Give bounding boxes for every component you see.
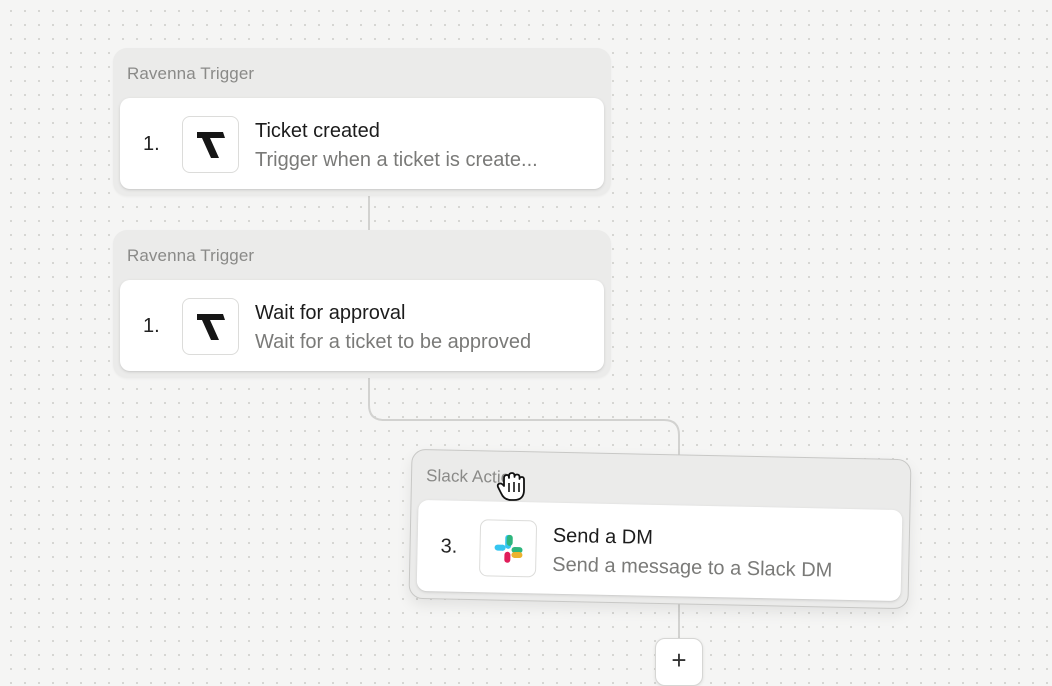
node-header: Ravenna Trigger (127, 246, 255, 265)
step-card[interactable]: 1. Ticket created Trigger when a ticket … (120, 98, 604, 189)
add-step-button[interactable]: + (655, 638, 703, 686)
workflow-canvas[interactable]: Ravenna Trigger 1. Ticket created Trigge… (0, 0, 1052, 686)
plus-icon: + (671, 645, 687, 675)
step-card[interactable]: 1. Wait for approval Wait for a ticket t… (120, 280, 604, 371)
node-header: Ravenna Trigger (127, 64, 255, 83)
workflow-node-send-dm[interactable]: Slack Action 3. Send a DM Send a message… (408, 448, 912, 610)
step-number: 1. (143, 315, 160, 337)
ravenna-logo-icon (182, 298, 239, 355)
workflow-node-ticket-created[interactable]: Ravenna Trigger 1. Ticket created Trigge… (113, 48, 611, 196)
step-subtitle: Wait for a ticket to be approved (255, 331, 532, 353)
step-card[interactable]: 3. Send a DM Send a message to a Slack D… (416, 499, 903, 602)
workflow-node-wait-for-approval[interactable]: Ravenna Trigger 1. Wait for approval Wai… (113, 230, 611, 378)
slack-logo-icon (478, 519, 538, 578)
step-number: 1. (143, 133, 160, 155)
grab-cursor-icon (495, 470, 527, 509)
step-title: Wait for approval (255, 302, 406, 324)
step-subtitle: Trigger when a ticket is create... (255, 149, 538, 171)
step-title: Ticket created (255, 120, 380, 142)
step-title: Send a DM (552, 524, 654, 549)
ravenna-logo-icon (182, 116, 239, 173)
step-subtitle: Send a message to a Slack DM (551, 553, 833, 582)
step-number: 3. (440, 535, 458, 558)
